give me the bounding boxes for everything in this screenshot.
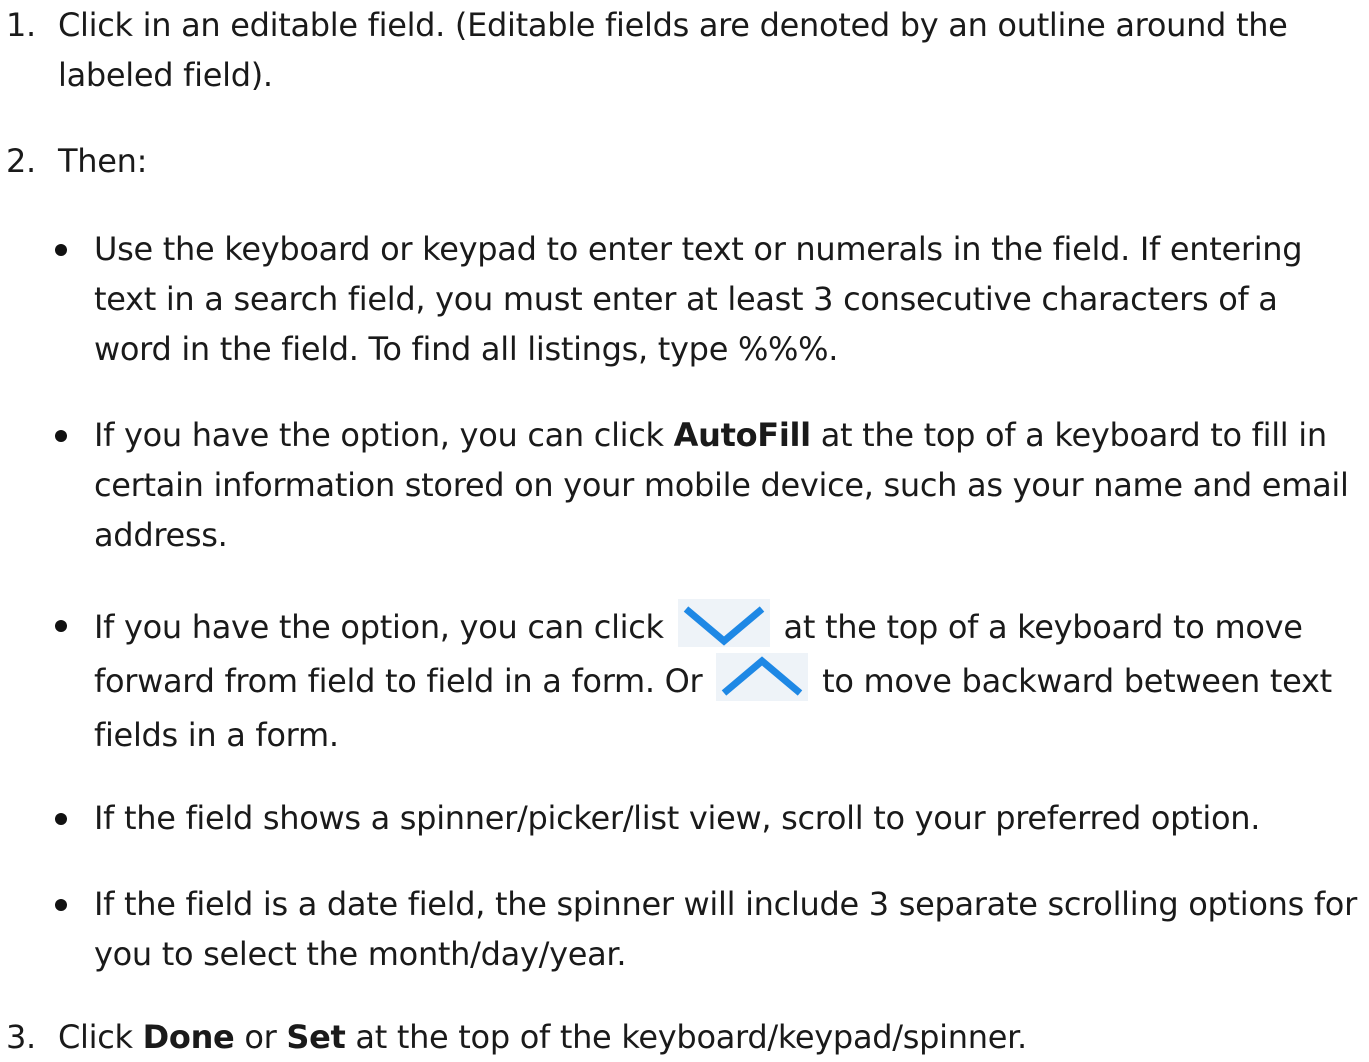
chevron-down-icon bbox=[677, 599, 770, 647]
step-number: 3. bbox=[6, 1018, 36, 1056]
autofill-label: AutoFill bbox=[673, 416, 812, 454]
step-text: Click Done or Set at the top of the keyb… bbox=[58, 1012, 1358, 1062]
bullet-text-part: If you have the option, you can click bbox=[94, 608, 674, 646]
step-number: 2. bbox=[6, 142, 36, 180]
step-text-part: at the top of the keyboard/keypad/spinne… bbox=[345, 1018, 1027, 1056]
bullet-text: If the field shows a spinner/picker/list… bbox=[94, 799, 1261, 837]
step-text-part: or bbox=[234, 1018, 287, 1056]
bullet-text-part: If you have the option, you can click bbox=[94, 416, 674, 454]
chevron-up-icon bbox=[716, 653, 809, 701]
bullet-text: Use the keyboard or keypad to enter text… bbox=[94, 230, 1303, 368]
bullet-dot bbox=[55, 813, 67, 825]
step-text: Click in an editable field. (Editable fi… bbox=[58, 6, 1288, 94]
set-label: Set bbox=[286, 1018, 346, 1056]
bullet-text: If you have the option, you can click at… bbox=[94, 599, 1364, 762]
bullet-dot bbox=[55, 244, 67, 256]
bullet-dot bbox=[55, 430, 67, 442]
bullet-dot bbox=[55, 620, 67, 632]
bullet-text: If you have the option, you can click Au… bbox=[94, 410, 1364, 560]
instructions-page: 1. Click in an editable field. (Editable… bbox=[0, 0, 1369, 1057]
step-text-part: Click bbox=[58, 1018, 143, 1056]
bullet-text: If the field is a date field, the spinne… bbox=[94, 885, 1357, 973]
done-label: Done bbox=[142, 1018, 235, 1056]
bullet-dot bbox=[55, 899, 67, 911]
step-text: Then: bbox=[58, 142, 148, 180]
step-number: 1. bbox=[6, 6, 36, 44]
